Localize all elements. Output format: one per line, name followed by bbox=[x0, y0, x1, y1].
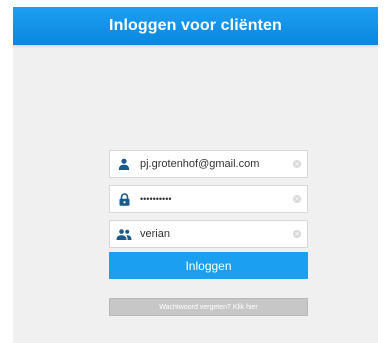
forgot-password-button[interactable]: Wachtwoord vergeten? Klik hier bbox=[109, 298, 308, 316]
organization-field[interactable]: × bbox=[109, 220, 308, 248]
group-icon bbox=[110, 221, 138, 247]
login-button[interactable]: Inloggen bbox=[109, 252, 308, 279]
password-field[interactable]: × bbox=[109, 185, 308, 213]
email-input[interactable] bbox=[138, 151, 287, 177]
clear-icon[interactable]: × bbox=[287, 151, 307, 177]
clear-icon[interactable]: × bbox=[287, 186, 307, 212]
login-panel: Inloggen voor cliënten × × bbox=[13, 7, 378, 343]
lock-icon bbox=[110, 186, 138, 212]
page-title: Inloggen voor cliënten bbox=[109, 17, 282, 34]
password-input[interactable] bbox=[138, 186, 287, 212]
clear-icon[interactable]: × bbox=[287, 221, 307, 247]
header-bar: Inloggen voor cliënten bbox=[13, 7, 378, 45]
email-field[interactable]: × bbox=[109, 150, 308, 178]
user-icon bbox=[110, 151, 138, 177]
organization-input[interactable] bbox=[138, 221, 287, 247]
